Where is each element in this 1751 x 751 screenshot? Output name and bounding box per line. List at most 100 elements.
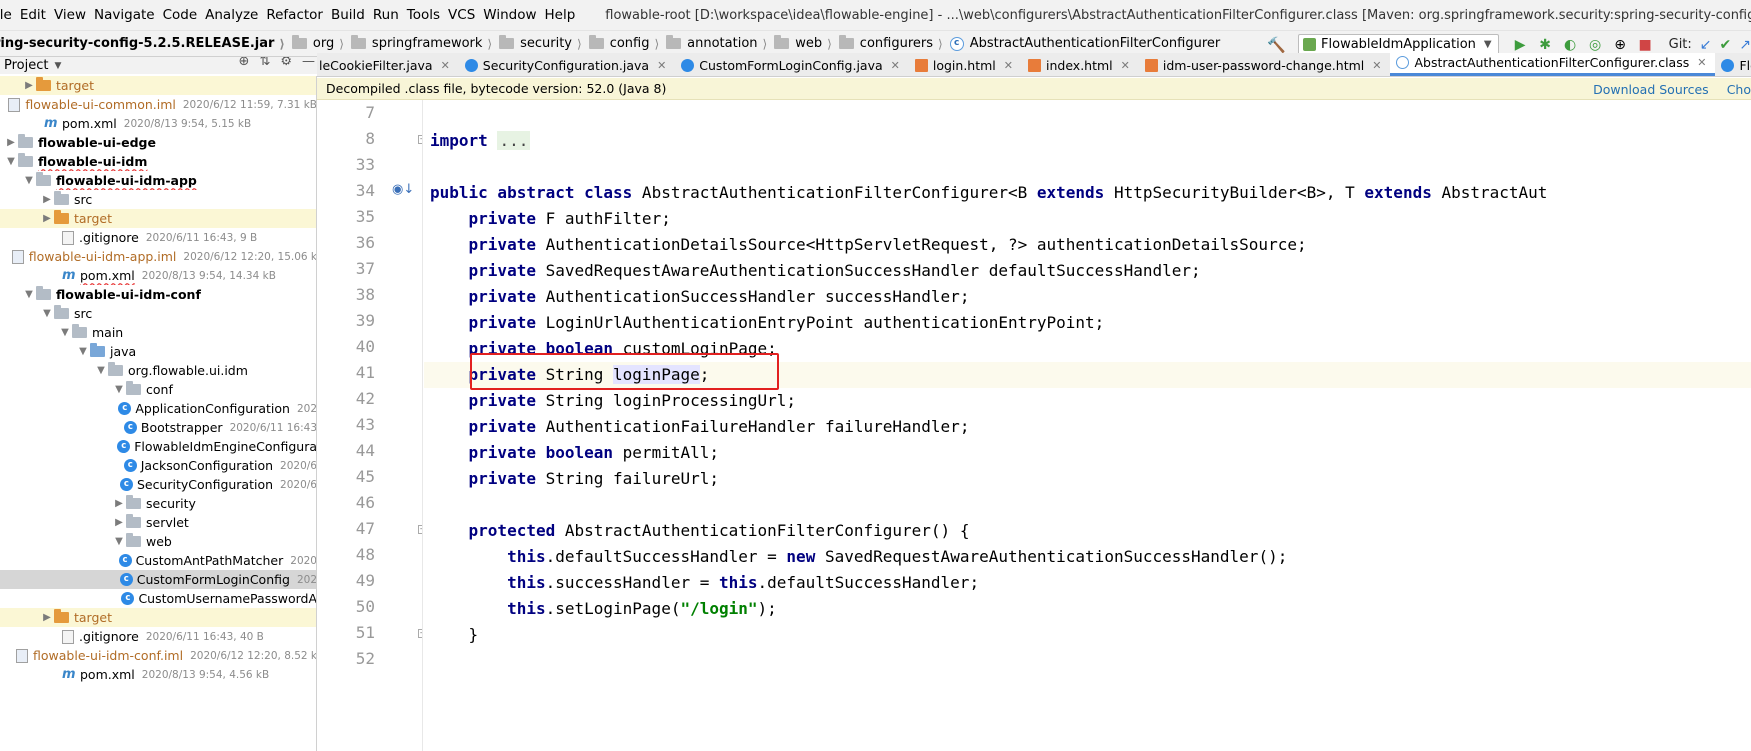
code-line[interactable]: private AuthenticationDetailsSource<Http…	[424, 232, 1751, 258]
build-hammer-icon[interactable]: 🔨	[1267, 36, 1286, 54]
tree-item[interactable]: c JacksonConfiguration 2020/6	[0, 456, 316, 475]
menu-refactor[interactable]: Refactor	[266, 7, 331, 23]
code-line[interactable]: public abstract class AbstractAuthentica…	[424, 180, 1751, 206]
code-line[interactable]: }	[424, 622, 1751, 648]
line-number[interactable]: 37	[317, 259, 375, 278]
tree-item[interactable]: c Bootstrapper 2020/6/11 16:43	[0, 418, 316, 437]
code-line[interactable]	[424, 648, 1751, 674]
tab-flowable-idm-application[interactable]: FlowableIdmA	[1715, 54, 1751, 76]
code-line[interactable]	[424, 492, 1751, 518]
tab-security-configuration[interactable]: SecurityConfiguration.java ✕	[459, 54, 676, 76]
chevron-right-icon[interactable]: ▶	[112, 498, 126, 509]
tree-item[interactable]: ▼ src	[0, 304, 316, 323]
line-number[interactable]: 41	[317, 363, 375, 382]
implemented-by-icon[interactable]: ◉↓	[392, 182, 414, 197]
tab-login-html[interactable]: login.html ✕	[909, 54, 1022, 76]
tree-item[interactable]: m pom.xml 2020/8/13 9:54, 4.56 kB	[0, 665, 316, 684]
line-number[interactable]: 7	[317, 103, 375, 122]
minimize-icon[interactable]: —	[302, 57, 315, 69]
fold-toggle-icon[interactable]: −	[418, 629, 422, 638]
run-icon[interactable]: ▶	[1509, 37, 1532, 53]
line-number[interactable]: 33	[317, 155, 375, 174]
close-icon[interactable]: ✕	[1004, 59, 1013, 72]
menu-build[interactable]: Build	[331, 7, 373, 23]
tab-cookie-filter[interactable]: leCookieFilter.java ✕	[317, 54, 459, 76]
chevron-right-icon[interactable]: ▶	[112, 517, 126, 528]
menu-run[interactable]: Run	[373, 7, 407, 23]
tab-custom-form-login-config[interactable]: CustomFormLoginConfig.java ✕	[675, 54, 909, 76]
line-number[interactable]: 8	[317, 129, 375, 148]
tree-item[interactable]: ▶ target	[0, 76, 316, 95]
chevron-right-icon[interactable]: ▶	[4, 137, 18, 148]
code-line[interactable]: private LoginUrlAuthenticationEntryPoint…	[424, 310, 1751, 336]
code-line[interactable]: private String loginProcessingUrl;	[424, 388, 1751, 414]
line-number[interactable]: 35	[317, 207, 375, 226]
code-editor[interactable]: import ... public abstract class Abstract…	[424, 100, 1751, 751]
debug-icon[interactable]: ✱	[1534, 37, 1557, 53]
fold-toggle-icon[interactable]: −	[418, 135, 422, 144]
line-number[interactable]: 38	[317, 285, 375, 304]
tree-item[interactable]: ▼ main	[0, 323, 316, 342]
chevron-right-icon[interactable]: ▶	[22, 80, 36, 91]
tree-item[interactable]: ▶ target	[0, 608, 316, 627]
menu-vcs[interactable]: VCS	[448, 7, 483, 23]
code-line[interactable]: private String failureUrl;	[424, 466, 1751, 492]
breadcrumb-web[interactable]: web ⟩	[774, 35, 839, 51]
line-number[interactable]: 50	[317, 597, 375, 616]
close-icon[interactable]: ✕	[657, 59, 666, 72]
code-line[interactable]	[424, 102, 1751, 128]
tab-password-change-html[interactable]: idm-user-password-change.html ✕	[1139, 54, 1391, 76]
close-icon[interactable]: ✕	[1121, 59, 1130, 72]
tree-item[interactable]: c CustomUsernamePasswordA	[0, 589, 316, 608]
line-number[interactable]: 44	[317, 441, 375, 460]
menu-window[interactable]: Window	[483, 7, 544, 23]
code-line[interactable]: private AuthenticationSuccessHandler suc…	[424, 284, 1751, 310]
tree-item[interactable]: c SecurityConfiguration 2020/6	[0, 475, 316, 494]
code-line[interactable]: protected AbstractAuthenticationFilterCo…	[424, 518, 1751, 544]
menu-analyze[interactable]: Analyze	[205, 7, 266, 23]
tree-item[interactable]: .gitignore 2020/6/11 16:43, 40 B	[0, 627, 316, 646]
line-number[interactable]: 43	[317, 415, 375, 434]
close-icon[interactable]: ✕	[1697, 56, 1706, 69]
code-line[interactable]: private boolean permitAll;	[424, 440, 1751, 466]
fold-toggle-icon[interactable]: −	[418, 525, 422, 534]
chevron-down-icon[interactable]: ▼	[94, 365, 108, 376]
run-configuration-select[interactable]: FlowableIdmApplication ▼	[1298, 34, 1499, 55]
line-number[interactable]: 42	[317, 389, 375, 408]
menu-code[interactable]: Code	[163, 7, 206, 23]
tree-item[interactable]: ▶ servlet	[0, 513, 316, 532]
menu-view[interactable]: View	[54, 7, 94, 23]
tree-item[interactable]: flowable-ui-idm-app.iml 2020/6/12 12:20, …	[0, 247, 316, 266]
tree-item[interactable]: c FlowableIdmEngineConfigura	[0, 437, 316, 456]
tree-item-selected[interactable]: c CustomFormLoginConfig 202	[0, 570, 316, 589]
git-commit-icon[interactable]: ✔	[1720, 37, 1732, 53]
chevron-down-icon[interactable]: ▼	[4, 156, 18, 167]
chevron-right-icon[interactable]: ▶	[40, 194, 54, 205]
folded-imports[interactable]: ...	[497, 131, 531, 150]
breadcrumb-security[interactable]: security ⟩	[499, 35, 589, 51]
profile-icon[interactable]: ◎	[1584, 37, 1607, 53]
chevron-down-icon[interactable]: ▼	[76, 346, 90, 357]
menu-navigate[interactable]: Navigate	[94, 7, 163, 23]
menu-help[interactable]: Help	[545, 7, 584, 23]
menu-edit[interactable]: Edit	[20, 7, 54, 23]
tree-item[interactable]: c ApplicationConfiguration 202	[0, 399, 316, 418]
chevron-down-icon[interactable]: ▼	[22, 289, 36, 300]
code-line[interactable]: private AuthenticationFailureHandler fai…	[424, 414, 1751, 440]
breadcrumb-jar[interactable]: ring-security-config-5.2.5.RELEASE.jar ⟩	[0, 36, 292, 51]
tree-item[interactable]: m pom.xml 2020/8/13 9:54, 5.15 kB	[0, 114, 316, 133]
tab-abstract-authentication-filter-configurer[interactable]: AbstractAuthenticationFilterConfigurer.c…	[1390, 53, 1716, 76]
project-panel-title[interactable]: Project	[4, 58, 48, 73]
tree-item[interactable]: ▼ flowable-ui-idm	[0, 152, 316, 171]
menu-tools[interactable]: Tools	[407, 7, 448, 23]
breadcrumb-class[interactable]: c AbstractAuthenticationFilterConfigurer	[949, 36, 1220, 51]
code-line-current[interactable]: private String loginPage;	[424, 362, 1751, 388]
tree-item[interactable]: ▼ web	[0, 532, 316, 551]
tree-item[interactable]: ▼ org.flowable.ui.idm	[0, 361, 316, 380]
tab-index-html[interactable]: index.html ✕	[1022, 54, 1139, 76]
download-sources-link[interactable]: Download Sources	[1593, 82, 1709, 97]
breadcrumb-annotation[interactable]: annotation ⟩	[666, 35, 774, 51]
code-line[interactable]: private F authFilter;	[424, 206, 1751, 232]
menu-file[interactable]: ile	[0, 7, 20, 23]
tree-item[interactable]: ▶ target	[0, 209, 316, 228]
